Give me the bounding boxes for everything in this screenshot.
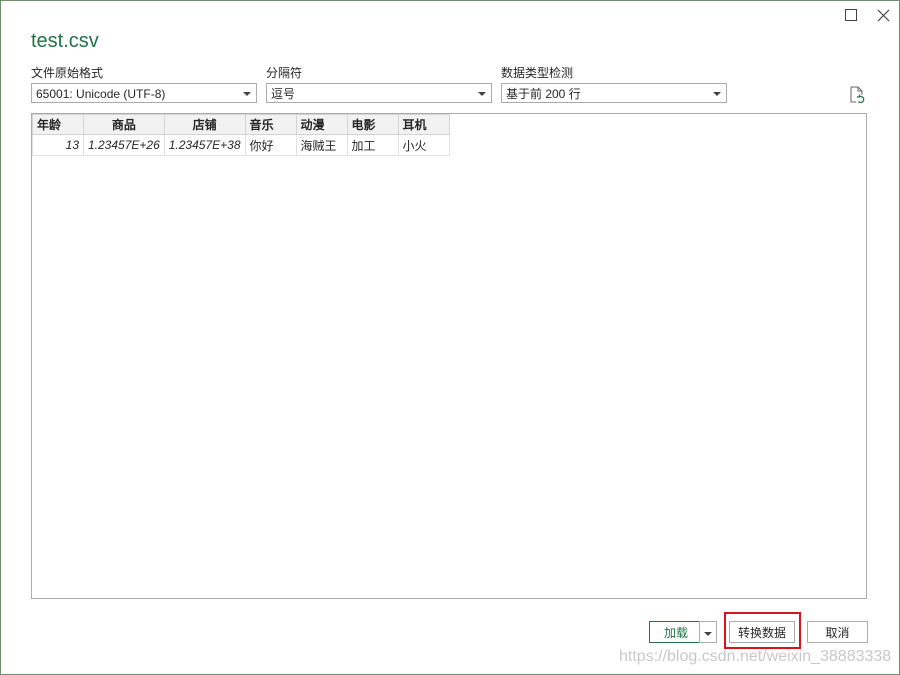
table-cell: 你好: [244, 134, 297, 156]
table-cell: 海贼王: [295, 134, 348, 156]
column-header: 耳机: [397, 114, 450, 135]
delimiter-value: 逗号: [271, 87, 296, 101]
delimiter-select[interactable]: 逗号: [266, 83, 492, 103]
table-cell: 加工: [346, 134, 399, 156]
table-cell: 小火: [397, 134, 450, 156]
column-header: 商品: [83, 114, 165, 135]
refresh-file-icon[interactable]: [848, 86, 866, 104]
delimiter-label: 分隔符: [266, 66, 303, 80]
table-cell: 1.23457E+26: [83, 134, 165, 156]
column-header: 电影: [346, 114, 399, 135]
table-header-row: 年龄 商品 店铺 音乐 动漫 电影 耳机: [32, 114, 450, 135]
highlight-box: [724, 612, 801, 649]
file-origin-label: 文件原始格式: [31, 66, 104, 80]
table-cell: 13: [32, 134, 84, 156]
column-header: 年龄: [32, 114, 84, 135]
close-icon[interactable]: [872, 4, 894, 26]
type-detection-value: 基于前 200 行: [506, 87, 581, 101]
load-button[interactable]: 加载: [649, 621, 703, 643]
chevron-down-icon: [478, 92, 486, 96]
file-origin-value: 65001: Unicode (UTF-8): [36, 87, 166, 101]
watermark: https://blog.csdn.net/weixin_38883338: [619, 648, 892, 665]
type-detection-select[interactable]: 基于前 200 行: [501, 83, 727, 103]
load-options-button[interactable]: [699, 621, 717, 643]
data-preview-grid[interactable]: 年龄 商品 店铺 音乐 动漫 电影 耳机 13 1.23457E+26 1.23…: [31, 113, 867, 599]
chevron-down-icon: [713, 92, 721, 96]
file-origin-select[interactable]: 65001: Unicode (UTF-8): [31, 83, 257, 103]
dialog-title: test.csv: [31, 30, 99, 52]
column-header: 动漫: [295, 114, 348, 135]
chevron-down-icon: [243, 92, 251, 96]
chevron-down-icon: [704, 631, 712, 636]
preview-table: 年龄 商品 店铺 音乐 动漫 电影 耳机 13 1.23457E+26 1.23…: [32, 114, 450, 156]
column-header: 音乐: [244, 114, 297, 135]
column-header: 店铺: [163, 114, 246, 135]
table-cell: 1.23457E+38: [163, 134, 246, 156]
type-detection-label: 数据类型检测: [501, 66, 574, 80]
maximize-icon[interactable]: [840, 4, 862, 26]
table-row: 13 1.23457E+26 1.23457E+38 你好 海贼王 加工 小火: [32, 134, 450, 156]
cancel-button[interactable]: 取消: [807, 621, 868, 643]
